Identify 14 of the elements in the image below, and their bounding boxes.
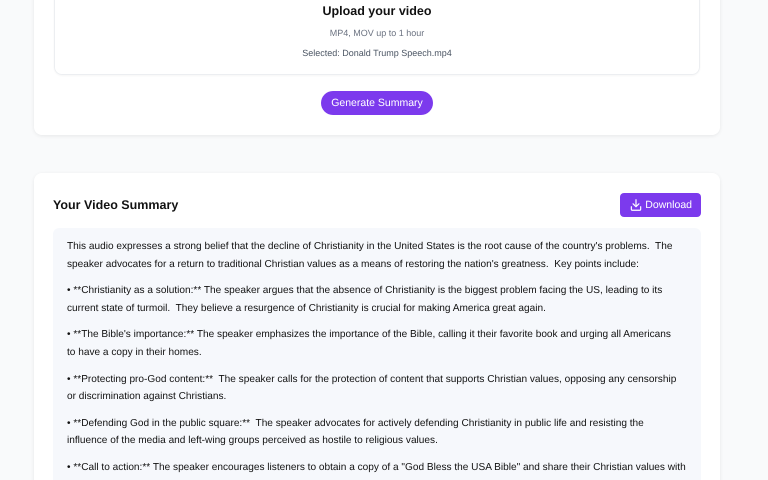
format-hint: MP4, MOV up to 1 hour [328,28,426,38]
summary-paragraph: • **The Bible's importance:** The speaker emphasizes the importance of the Bible, calling it their favorite book and urging all Americans to have a copy in their homes. [67,328,672,360]
download-button[interactable]: Download [620,193,701,217]
summary-paragraph: • **Defending God in the public square:** The speaker advocates for actively defending Christianity in public life and resisting the influence of the media and left-wing groups perceived as hostile to religious values. [67,416,645,448]
download-icon [629,198,644,212]
summary-paragraph: • **Call to action:** The speaker encourages listeners to obtain a copy of a "God Bless the USA Bible" and share their Christian values with [67,460,687,475]
upload-title: Upload your video [321,4,433,18]
summary-paragraph: • **Christianity as a solution:** The speaker argues that the absence of Christianity is the biggest problem facing the US, leading to its current state of turmoil. They believe a resurgence of Christianity is crucial for making America great again. [67,284,664,316]
summary-title: Your Video Summary [53,198,178,212]
selected-file: Selected: Donald Trump Speech.mp4 [301,48,453,58]
summary-paragraph: • **Protecting pro-God content:** The speaker calls for the protection of content that supports Christian values, opposing any censorship or discrimination against Christians. [67,372,678,404]
generate-summary-button[interactable]: Generate Summary [321,91,433,115]
summary-paragraph: This audio expresses a strong belief that the decline of Christianity in the United States is the root cause of the country's problems. The speaker advocates for a return to traditional Christian values as a means of restoring the nation's greatness. Key points include: [67,240,674,272]
upload-dropzone[interactable]: Upload your video MP4, MOV up to 1 hour Selected: Donald Trump Speech.mp4 [54,0,700,75]
